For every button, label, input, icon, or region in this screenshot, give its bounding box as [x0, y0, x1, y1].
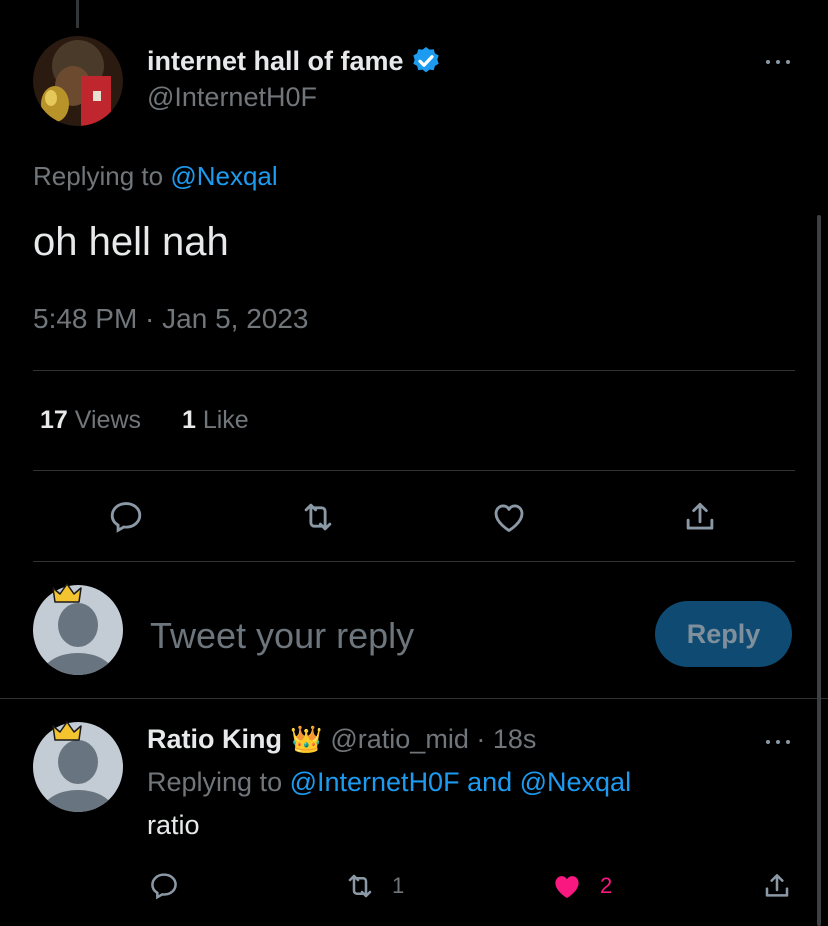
comment-button[interactable] — [107, 498, 145, 536]
reply-retweet-button[interactable]: 1 — [342, 870, 404, 902]
reply-like-button[interactable]: 2 — [550, 869, 612, 903]
share-button[interactable] — [681, 498, 719, 536]
reply-retweet-count: 1 — [392, 873, 405, 898]
author-name[interactable]: internet hall of fame — [147, 45, 442, 77]
comment-icon — [151, 873, 177, 900]
reply-button[interactable]: Reply — [655, 601, 792, 667]
reply-author-name[interactable]: Ratio King — [147, 724, 282, 755]
likes-stat[interactable]: 1 Like — [182, 406, 249, 434]
reply-handle-time[interactable]: @ratio_mid · 18s — [330, 724, 536, 755]
retweet-icon — [348, 874, 372, 898]
replying-to-line: Replying to @Nexqal — [33, 161, 278, 192]
divider — [33, 561, 795, 562]
reply-replying-to-links[interactable]: @InternetH0F and @Nexqal — [290, 767, 631, 797]
more-icon[interactable] — [765, 732, 795, 752]
retweet-icon — [304, 503, 332, 531]
reply-input[interactable]: Tweet your reply — [150, 615, 414, 657]
divider — [33, 370, 795, 371]
scrollbar[interactable] — [817, 215, 821, 926]
share-icon — [686, 502, 714, 530]
author-handle[interactable]: @InternetH0F — [147, 82, 317, 113]
author-avatar[interactable] — [33, 36, 123, 126]
tweet-timestamp[interactable]: 5:48 PM · Jan 5, 2023 — [33, 303, 309, 335]
tweet-stats: 17 Views 1 Like — [40, 406, 249, 435]
reply-text: ratio — [147, 810, 200, 840]
thread-connector-line — [76, 0, 79, 28]
author-name-text[interactable]: internet hall of fame — [147, 46, 404, 77]
retweet-button[interactable] — [298, 498, 338, 536]
views-count: 17 — [40, 406, 68, 434]
reply-comment-button[interactable] — [148, 870, 180, 902]
divider — [33, 470, 795, 471]
tweet-text: oh hell nah — [33, 220, 229, 264]
verified-badge-icon — [412, 47, 439, 73]
reply-share-button[interactable] — [761, 869, 793, 903]
replying-prefix: Replying to — [33, 161, 171, 191]
like-icon — [555, 876, 579, 899]
likes-count: 1 — [181, 406, 196, 434]
views-stat[interactable]: 17 Views — [40, 406, 141, 434]
divider — [0, 698, 828, 699]
crown-icon — [52, 721, 82, 741]
like-icon — [494, 504, 524, 532]
tweet-thread-view: internet hall of fame @InternetH0F Reply… — [0, 0, 828, 926]
like-button[interactable] — [489, 498, 529, 536]
reply-author-row: Ratio King 👑 @ratio_mid · 18s — [147, 724, 536, 755]
comment-icon — [110, 502, 142, 533]
reply-replying-prefix: Replying to — [147, 767, 290, 797]
likes-label: Like — [202, 406, 249, 434]
reply-author-emoji: 👑 — [290, 724, 323, 754]
reply-like-count: 2 — [600, 873, 613, 898]
more-icon[interactable] — [765, 52, 795, 72]
replying-to-link[interactable]: @Nexqal — [170, 161, 277, 191]
crown-icon — [52, 583, 82, 603]
reply-replying-to-line: Replying to @InternetH0F and @Nexqal — [147, 767, 631, 798]
share-icon — [765, 874, 789, 897]
views-label: Views — [74, 406, 142, 434]
